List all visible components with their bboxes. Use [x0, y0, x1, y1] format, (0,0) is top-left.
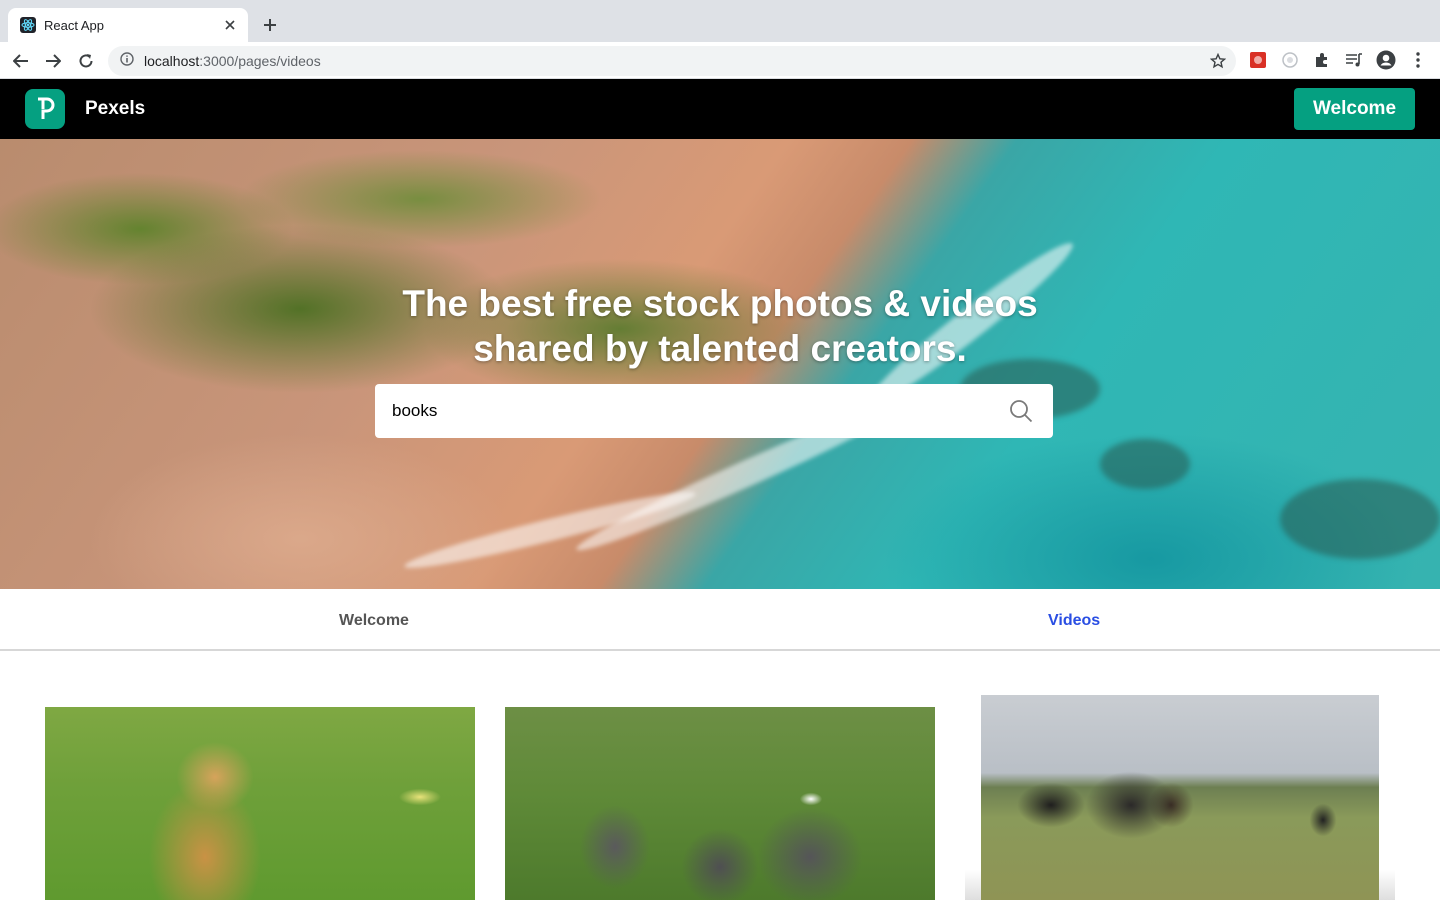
browser-tabstrip: React App — [0, 0, 1440, 42]
hero-rock — [1100, 439, 1190, 489]
puzzle-icon[interactable] — [1312, 50, 1332, 70]
search-input[interactable] — [392, 401, 992, 421]
video-thumbnail-elephants[interactable] — [505, 707, 935, 900]
star-icon[interactable] — [1209, 52, 1227, 74]
video-thumbnail-monkey[interactable] — [45, 707, 475, 900]
hero-banner: The best free stock photos & videos shar… — [0, 139, 1440, 589]
welcome-button[interactable]: Welcome — [1294, 88, 1415, 130]
tab-videos[interactable]: Videos — [1048, 612, 1100, 630]
hero-title: The best free stock photos & videos shar… — [0, 281, 1440, 371]
url-host: localhost — [144, 53, 200, 69]
tab-welcome[interactable]: Welcome — [339, 612, 409, 630]
search-icon[interactable] — [1009, 399, 1033, 428]
app-header: Pexels Welcome — [0, 79, 1440, 139]
new-tab-icon[interactable] — [258, 13, 282, 37]
url-path: :3000/pages/videos — [199, 53, 321, 69]
pexels-logo-icon[interactable] — [25, 89, 65, 129]
menu-dots-icon[interactable] — [1408, 50, 1428, 70]
video-thumbnail-horses[interactable] — [981, 695, 1379, 900]
hero-foam — [401, 483, 699, 577]
extension-grey-icon[interactable] — [1280, 50, 1300, 70]
url-text: localhost:3000/pages/videos — [144, 53, 321, 69]
search-bar — [375, 384, 1053, 438]
page-tabs: Welcome Videos — [0, 589, 1440, 651]
media-queue-icon[interactable] — [1344, 50, 1364, 70]
info-icon[interactable] — [120, 51, 134, 71]
profile-icon[interactable] — [1376, 50, 1396, 70]
react-icon — [20, 17, 36, 33]
tab-title: React App — [44, 17, 104, 33]
reload-icon[interactable] — [75, 50, 97, 72]
browser-toolbar: localhost:3000/pages/videos — [0, 42, 1440, 79]
browser-tab[interactable]: React App — [8, 8, 248, 42]
forward-arrow-icon[interactable] — [42, 50, 64, 72]
hero-title-line2: shared by talented creators. — [473, 328, 967, 369]
hero-rock — [1280, 479, 1440, 559]
brand-name[interactable]: Pexels — [85, 98, 145, 120]
hero-title-line1: The best free stock photos & videos — [402, 283, 1038, 324]
close-icon[interactable] — [222, 17, 238, 33]
address-bar[interactable]: localhost:3000/pages/videos — [108, 46, 1236, 76]
back-arrow-icon[interactable] — [10, 50, 32, 72]
extension-red-icon[interactable] — [1248, 50, 1268, 70]
